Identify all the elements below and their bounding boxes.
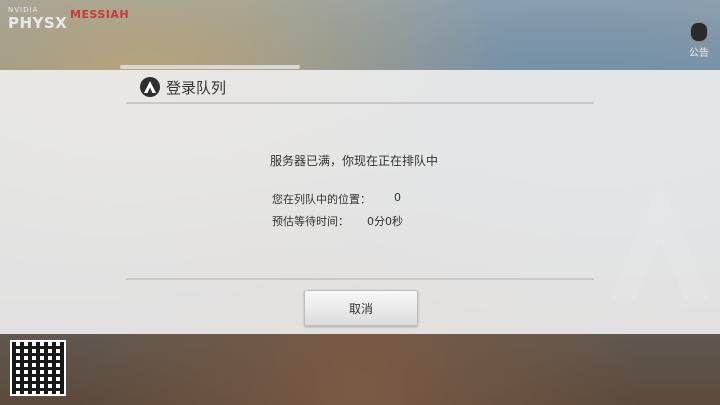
header-accent-bar — [120, 65, 300, 69]
queue-message: 服务器已满，你现在正在排队中 — [270, 154, 439, 168]
messiah-logo: MESSIAH — [70, 8, 130, 21]
dialog-header: 登录队列 — [140, 76, 226, 98]
physx-logo: PHYSX — [8, 14, 68, 32]
qr-code — [10, 340, 66, 396]
wait-time-value: 0分0秒 — [367, 215, 403, 228]
nvidia-logo: NVIDIA — [8, 6, 39, 14]
notice-button[interactable]: 公告 — [686, 22, 712, 59]
queue-position-label: 您在列队中的位置： — [272, 193, 371, 206]
cancel-button[interactable]: 取消 — [304, 290, 418, 326]
queue-position-value: 0 — [394, 191, 401, 204]
footer-divider — [126, 278, 594, 280]
notice-label: 公告 — [689, 48, 709, 59]
wait-time-row: 预估等待时间： 0分0秒 — [272, 213, 403, 229]
header-divider — [126, 102, 594, 104]
queue-position-row: 您在列队中的位置： 0 — [272, 191, 401, 207]
document-icon — [690, 22, 708, 42]
wait-time-label: 预估等待时间： — [272, 215, 349, 228]
dialog-title: 登录队列 — [166, 78, 227, 97]
game-logo-icon — [140, 77, 160, 97]
